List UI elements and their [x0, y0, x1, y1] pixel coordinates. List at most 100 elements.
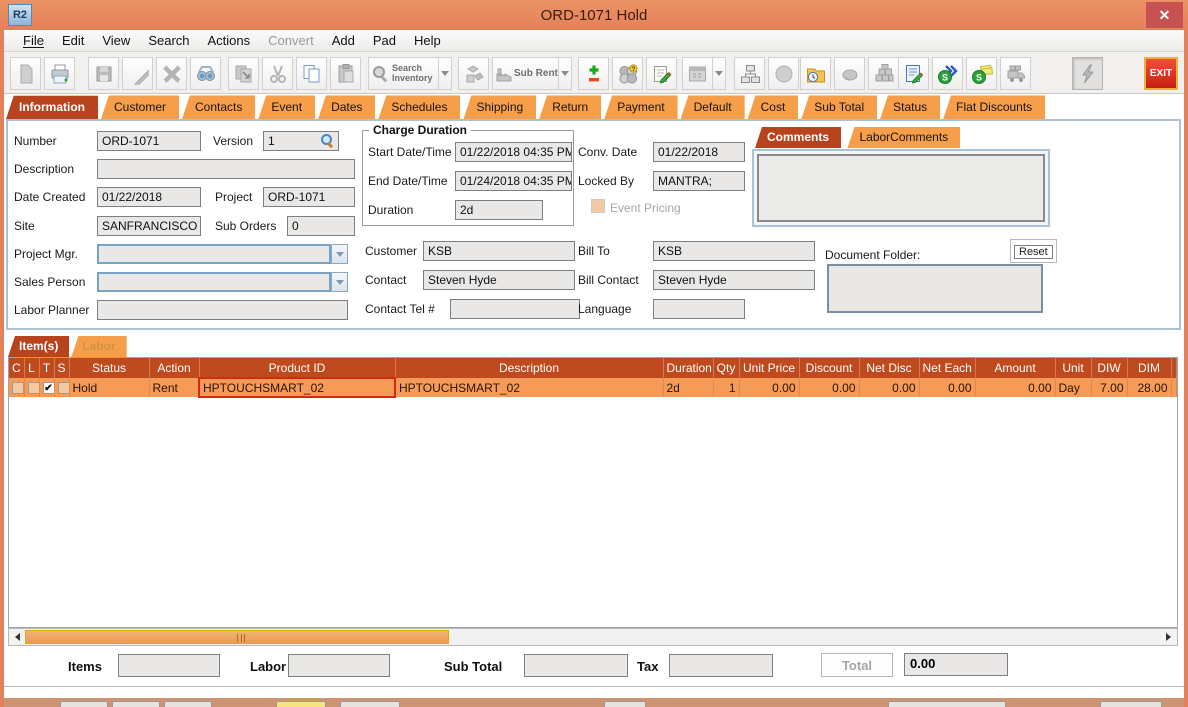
cell-unit-price[interactable]: 0.00: [739, 378, 799, 397]
tab-status[interactable]: Status: [880, 95, 940, 119]
col-l[interactable]: L: [24, 358, 39, 378]
cell-action[interactable]: Rent: [149, 378, 199, 397]
tab-cost[interactable]: Cost: [748, 95, 799, 119]
menu-actions[interactable]: Actions: [199, 31, 260, 50]
col-discount[interactable]: Discount: [799, 358, 859, 378]
add-remove-button[interactable]: [578, 57, 609, 90]
number-field[interactable]: ORD-1071: [97, 131, 201, 151]
tab-information[interactable]: Information: [6, 95, 98, 119]
sales-person-dropdown[interactable]: [331, 272, 348, 292]
hierarchy-button[interactable]: [734, 57, 765, 90]
tab-payment[interactable]: Payment: [604, 95, 677, 119]
menu-file[interactable]: File: [14, 31, 53, 50]
menu-search[interactable]: Search: [139, 31, 198, 50]
exit-button[interactable]: EXIT: [1144, 57, 1178, 90]
col-dim[interactable]: DIM: [1127, 358, 1171, 378]
bill-contact-field[interactable]: Steven Hyde: [653, 270, 815, 290]
tab-contacts[interactable]: Contacts: [182, 95, 255, 119]
duration-field[interactable]: 2d: [455, 200, 543, 220]
tab-return[interactable]: Return: [539, 95, 601, 119]
col-product-id[interactable]: Product ID: [199, 358, 395, 378]
project-mgr-dropdown[interactable]: [331, 244, 348, 264]
scroll-left-button[interactable]: [10, 630, 25, 644]
reset-button[interactable]: Reset: [1014, 245, 1053, 259]
tab-comments[interactable]: Comments: [755, 127, 841, 148]
contact-tel-field[interactable]: [450, 299, 580, 319]
cell-status[interactable]: Hold: [69, 378, 149, 397]
sub-rent-dropdown[interactable]: [558, 58, 571, 89]
cell-unit[interactable]: Day: [1055, 378, 1091, 397]
tab-shipping[interactable]: Shipping: [463, 95, 536, 119]
tab-items[interactable]: Item(s): [8, 336, 69, 357]
row-checkbox-c[interactable]: [12, 382, 24, 394]
version-search-icon[interactable]: [320, 133, 335, 148]
copy-button[interactable]: [296, 57, 327, 90]
notes-button[interactable]: [646, 57, 677, 90]
document-folder-field[interactable]: [827, 264, 1043, 313]
menu-edit[interactable]: Edit: [53, 31, 93, 50]
comments-field[interactable]: [757, 154, 1045, 222]
menu-pad[interactable]: Pad: [364, 31, 405, 50]
description-field[interactable]: [97, 159, 355, 179]
col-net-each[interactable]: Net Each: [919, 358, 975, 378]
tab-event[interactable]: Event: [258, 95, 315, 119]
contact-field[interactable]: Steven Hyde: [423, 270, 575, 290]
tab-schedules[interactable]: Schedules: [378, 95, 460, 119]
language-field[interactable]: [653, 299, 745, 319]
search-inventory-dropdown[interactable]: [438, 58, 451, 89]
cell-description[interactable]: HPTOUCHSMART_02: [395, 378, 663, 397]
tab-sub-total[interactable]: Sub Total: [801, 95, 877, 119]
cell-amount[interactable]: 0.00: [975, 378, 1055, 397]
row-checkbox-s[interactable]: [58, 382, 70, 394]
project-field[interactable]: ORD-1071: [263, 187, 355, 207]
col-net-disc[interactable]: Net Disc: [859, 358, 919, 378]
menu-add[interactable]: Add: [323, 31, 364, 50]
edit-document-button[interactable]: [898, 57, 929, 90]
table-row[interactable]: Hold Rent HPTOUCHSMART_02 HPTOUCHSMART_0…: [9, 378, 1177, 397]
col-description[interactable]: Description: [395, 358, 663, 378]
col-action[interactable]: Action: [149, 358, 199, 378]
col-unit-price[interactable]: Unit Price: [739, 358, 799, 378]
bill-to-field[interactable]: KSB: [653, 241, 815, 261]
print-button[interactable]: [44, 57, 75, 90]
date-created-field[interactable]: 01/22/2018: [97, 187, 201, 207]
col-qty[interactable]: Qty: [713, 358, 739, 378]
locked-by-field[interactable]: MANTRA;: [653, 171, 745, 191]
col-status[interactable]: Status: [69, 358, 149, 378]
row-checkbox-l[interactable]: [28, 382, 40, 394]
col-amount[interactable]: Amount: [975, 358, 1055, 378]
close-button[interactable]: ✕: [1146, 2, 1183, 28]
search-inventory-button[interactable]: Search Inventory: [368, 57, 452, 90]
cell-discount[interactable]: 0.00: [799, 378, 859, 397]
conv-date-field[interactable]: 01/22/2018: [653, 142, 745, 162]
horizontal-scrollbar[interactable]: [8, 628, 1178, 646]
start-datetime-field[interactable]: 01/22/2018 04:35 PM: [455, 142, 572, 162]
billing-button[interactable]: S: [966, 57, 997, 90]
tab-flat-discounts[interactable]: Flat Discounts: [943, 95, 1045, 119]
end-datetime-field[interactable]: 01/24/2018 04:35 PM: [455, 171, 572, 191]
find-button[interactable]: [190, 57, 221, 90]
cell-net-disc[interactable]: 0.00: [859, 378, 919, 397]
tab-default[interactable]: Default: [681, 95, 745, 119]
col-c[interactable]: C: [9, 358, 24, 378]
col-duration[interactable]: Duration: [663, 358, 713, 378]
tab-labor-comments[interactable]: LaborComments: [847, 127, 960, 148]
cell-diw[interactable]: 7.00: [1091, 378, 1127, 397]
cell-dim[interactable]: 28.00: [1127, 378, 1171, 397]
customer-field[interactable]: KSB: [423, 241, 575, 261]
post-charges-button[interactable]: S: [932, 57, 963, 90]
project-mgr-field[interactable]: [97, 244, 331, 264]
cell-qty[interactable]: 1: [713, 378, 739, 397]
tab-customer[interactable]: Customer: [101, 95, 179, 119]
col-diw[interactable]: DIW: [1091, 358, 1127, 378]
col-s[interactable]: S: [54, 358, 69, 378]
sub-rent-button[interactable]: Sub Rent: [492, 57, 572, 90]
availability-button[interactable]: ?: [612, 57, 643, 90]
menu-view[interactable]: View: [93, 31, 139, 50]
cell-duration[interactable]: 2d: [663, 378, 713, 397]
menu-help[interactable]: Help: [405, 31, 450, 50]
sales-person-field[interactable]: [97, 272, 331, 292]
labor-planner-field[interactable]: [97, 300, 348, 320]
scroll-right-button[interactable]: [1161, 630, 1176, 644]
col-unit[interactable]: Unit: [1055, 358, 1091, 378]
